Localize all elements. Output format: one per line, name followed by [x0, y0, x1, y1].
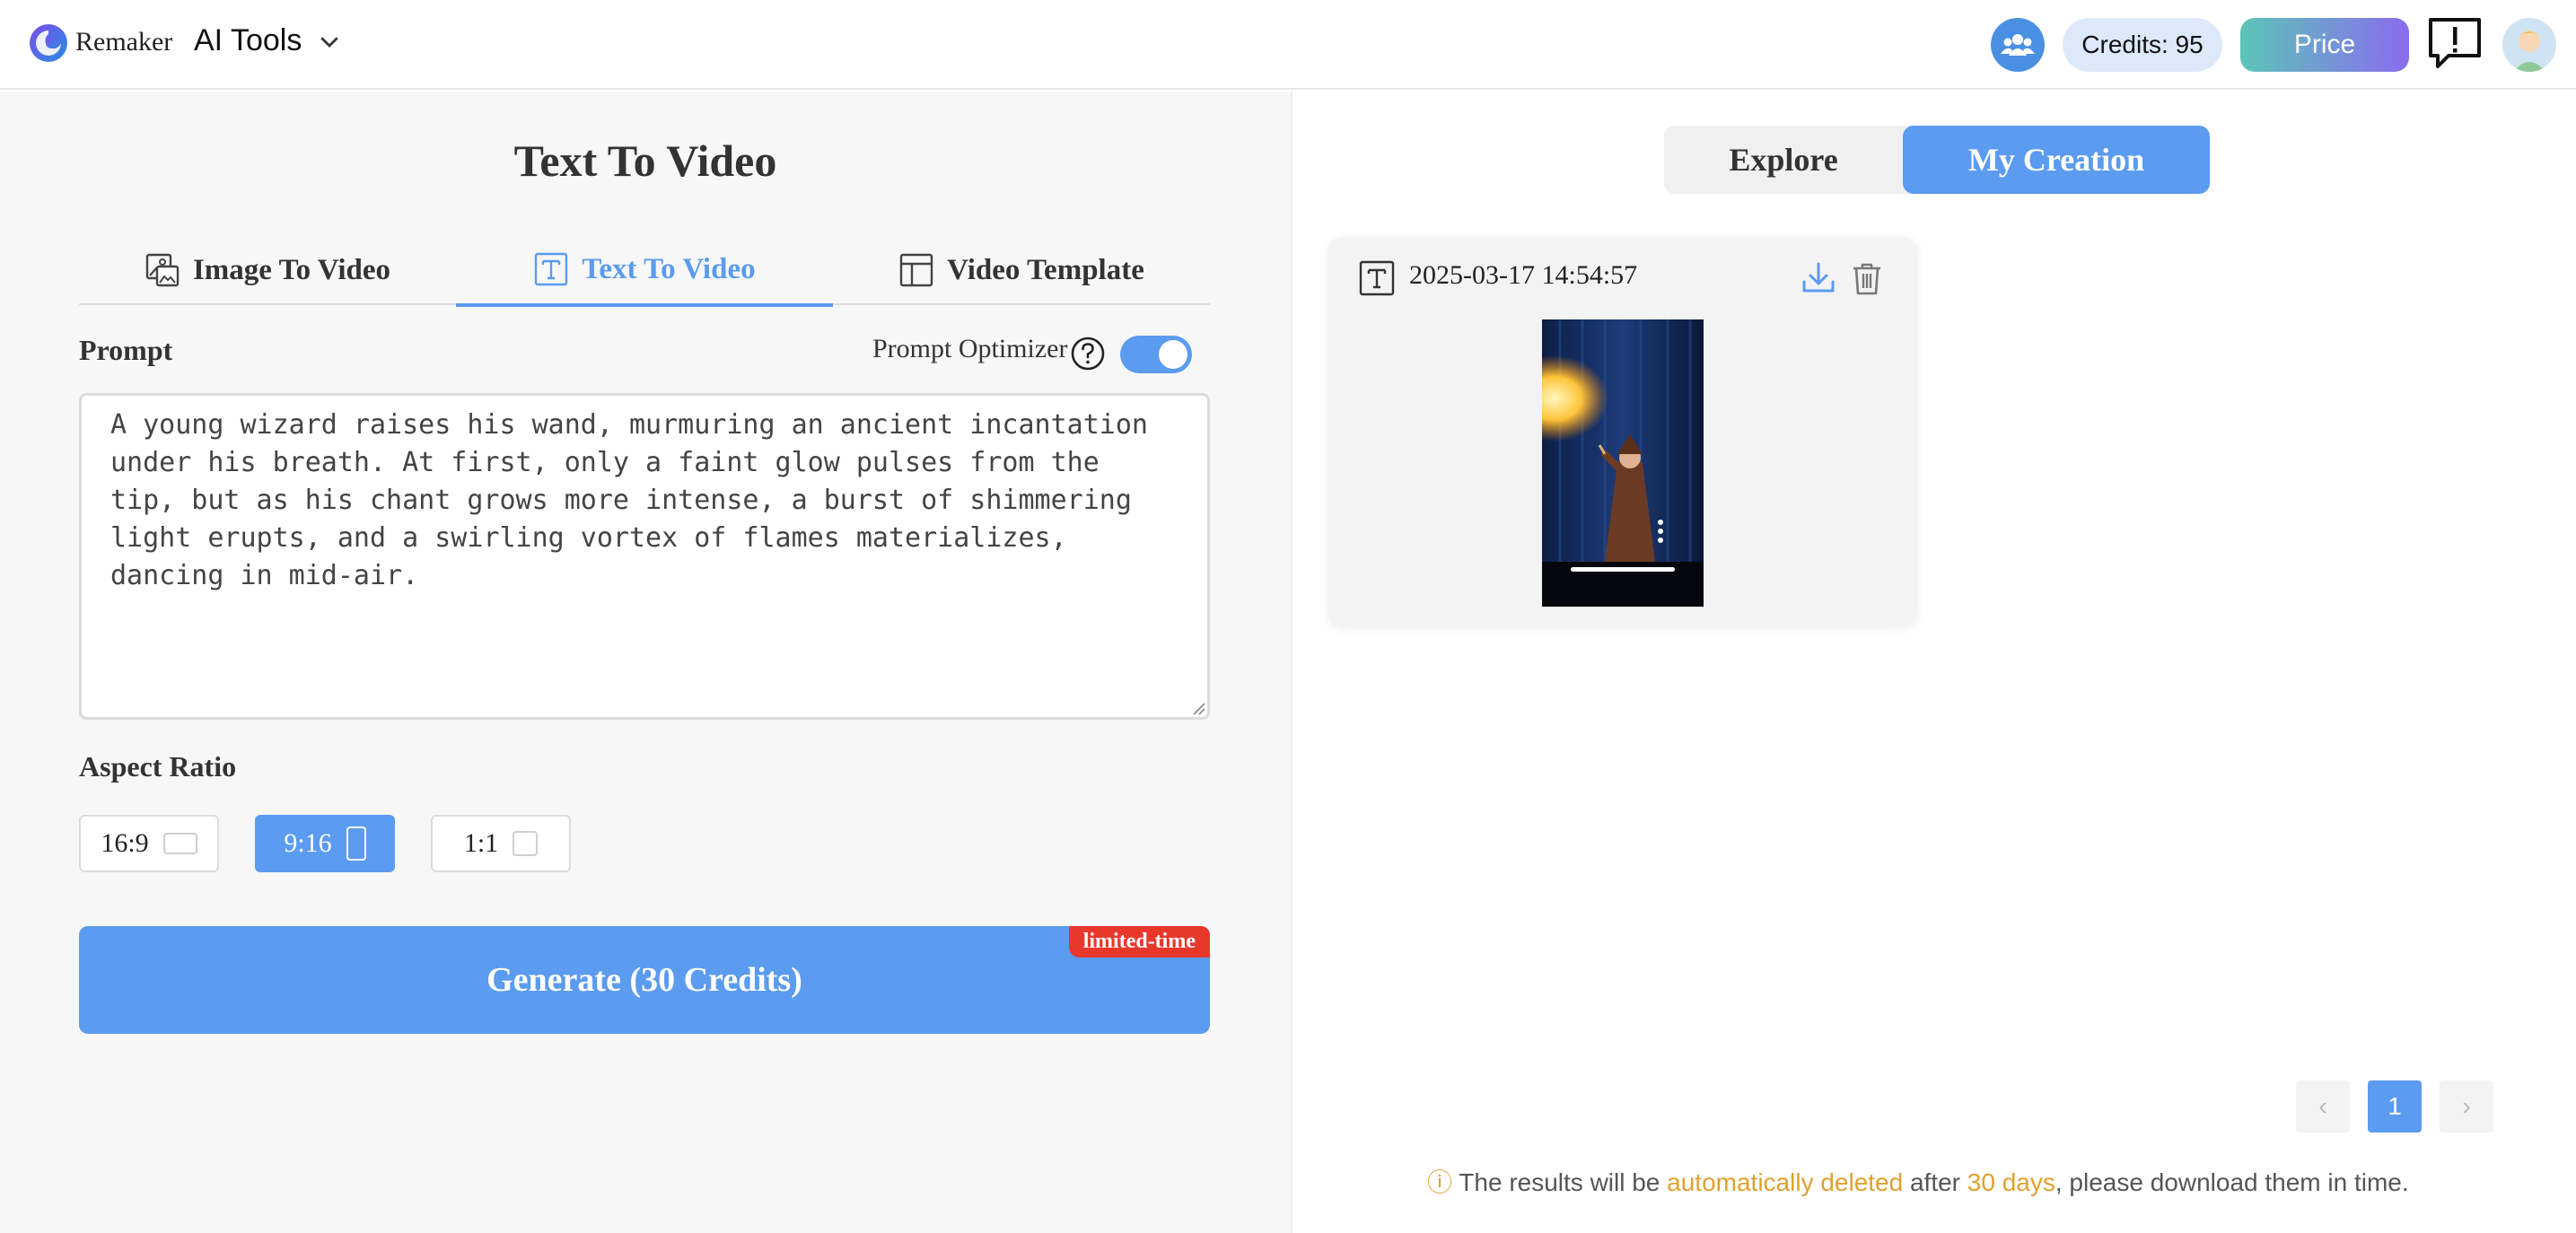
prompt-optimizer-toggle[interactable] [1120, 336, 1192, 373]
top-header: Remaker AI Tools Credits: 95 Price [0, 0, 2576, 90]
limited-time-badge: limited-time [1068, 926, 1210, 958]
pagination-next[interactable]: › [2440, 1080, 2493, 1132]
resize-handle-icon[interactable] [1190, 700, 1206, 716]
chevron-down-icon [320, 36, 339, 48]
prompt-input[interactable]: A young wizard raises his wand, murmurin… [79, 393, 1210, 720]
text-icon [535, 252, 568, 286]
generate-label: Generate (30 Credits) [486, 961, 802, 999]
aspect-ratio-label: Aspect Ratio [79, 750, 237, 783]
tab-my-creation[interactable]: My Creation [1903, 126, 2210, 194]
gallery-tabs: Explore My Creation [1664, 126, 2210, 194]
trash-icon[interactable] [1847, 258, 1887, 298]
notice-text: The results will be [1452, 1168, 1668, 1196]
credits-badge[interactable]: Credits: 95 [2063, 18, 2222, 72]
user-avatar[interactable] [2502, 18, 2556, 72]
generator-panel: Text To Video Image To Video Text To Vid… [0, 92, 1291, 1233]
wizard-video-preview [1542, 319, 1704, 607]
creation-card: 2025-03-17 14:54:57 [1328, 237, 1917, 626]
tab-explore[interactable]: Explore [1664, 126, 1903, 194]
tab-label: Image To Video [192, 253, 391, 286]
aspect-option-label: 9:16 [284, 828, 332, 858]
notice-highlight: 30 days [1967, 1168, 2055, 1196]
landscape-icon [162, 833, 197, 854]
page-title: Text To Video [513, 136, 777, 186]
avatar-image [2502, 18, 2556, 72]
tab-video-template[interactable]: Video Template [833, 235, 1210, 305]
template-icon [899, 253, 933, 287]
notice-highlight: automatically deleted [1667, 1168, 1904, 1196]
aspect-option-16-9[interactable]: 16:9 [79, 815, 219, 872]
tab-label: Text To Video [582, 252, 756, 285]
group-icon [2001, 34, 2035, 56]
retention-notice: ⓘ The results will be automatically dele… [1427, 1163, 2409, 1199]
image-video-icon [145, 253, 180, 287]
notice-text: after [1903, 1168, 1967, 1196]
video-thumbnail[interactable] [1542, 319, 1704, 607]
brand-name[interactable]: Remaker [75, 27, 172, 57]
pagination-prev[interactable]: ‹ [2296, 1080, 2350, 1132]
pagination-page-1[interactable]: 1 [2368, 1080, 2422, 1132]
panel-divider [1291, 92, 1292, 1233]
aspect-option-label: 16:9 [101, 828, 149, 858]
ai-tools-menu[interactable]: AI Tools [194, 23, 343, 58]
remaker-logo[interactable] [29, 23, 68, 63]
tab-image-to-video[interactable]: Image To Video [79, 235, 456, 305]
square-icon [513, 831, 539, 856]
tab-label: Video Template [947, 253, 1144, 286]
download-icon[interactable] [1799, 258, 1838, 298]
notice-text: , please download them in time. [2055, 1168, 2409, 1196]
prompt-label: Prompt [79, 334, 173, 366]
text-icon [1359, 260, 1395, 296]
aspect-option-9-16[interactable]: 9:16 [255, 815, 395, 872]
prompt-optimizer-label: Prompt Optimizer [872, 334, 1068, 363]
aspect-option-1-1[interactable]: 1:1 [431, 815, 571, 872]
ai-tools-label: AI Tools [194, 23, 302, 57]
creation-timestamp: 2025-03-17 14:54:57 [1409, 260, 1638, 290]
feedback-icon[interactable] [2427, 16, 2483, 72]
help-icon[interactable] [1070, 336, 1106, 372]
price-button[interactable]: Price [2240, 18, 2409, 72]
tab-text-to-video[interactable]: Text To Video [456, 235, 833, 307]
info-icon: ⓘ [1427, 1168, 1453, 1196]
portrait-icon [346, 826, 366, 861]
aspect-option-label: 1:1 [463, 828, 499, 858]
generate-button[interactable]: Generate (30 Credits) limited-time [79, 926, 1210, 1034]
mode-tabs: Image To Video Text To Video Video Templ… [79, 235, 1210, 307]
community-button[interactable] [1991, 18, 2045, 72]
